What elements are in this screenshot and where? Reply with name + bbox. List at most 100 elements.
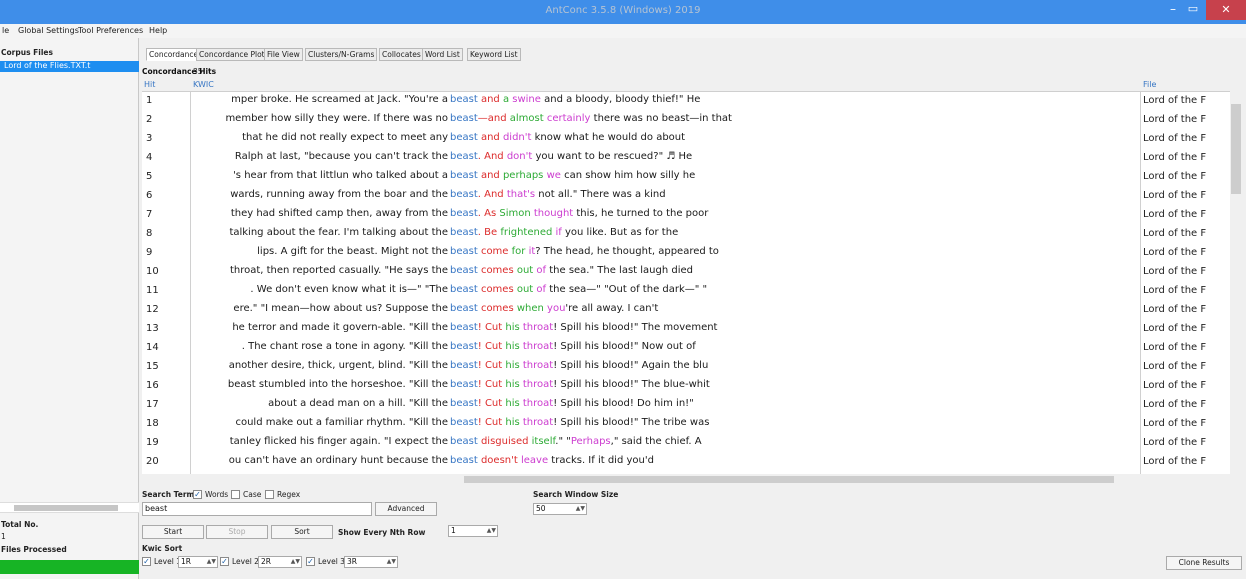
- file-name-cell[interactable]: Lord of the F: [1143, 114, 1241, 125]
- kwic-keyword[interactable]: beast: [448, 455, 478, 466]
- spinner-arrows-icon[interactable]: ▲▼: [387, 557, 396, 567]
- file-name-cell[interactable]: Lord of the F: [1143, 209, 1241, 220]
- kwic-keyword[interactable]: beast: [448, 303, 478, 314]
- level2-checkbox[interactable]: ✓: [220, 557, 229, 566]
- spinner-arrows-icon[interactable]: ▲▼: [576, 504, 585, 514]
- results-vscrollbar[interactable]: [1230, 84, 1242, 474]
- kwic-keyword[interactable]: beast: [448, 284, 478, 295]
- kwic-line[interactable]: member how silly they were. If there was…: [192, 113, 1138, 128]
- file-name-cell[interactable]: Lord of the F: [1143, 190, 1241, 201]
- table-row[interactable]: 10 throat, then reported casually. "He sa…: [142, 263, 1242, 281]
- tab-keyword-list[interactable]: Keyword List: [467, 48, 521, 61]
- menu-global-settings[interactable]: Global Settings: [18, 26, 79, 35]
- kwic-keyword[interactable]: beast: [448, 341, 478, 352]
- nth-row-spinner[interactable]: 1 ▲▼: [448, 525, 498, 537]
- kwic-line[interactable]: . We don't even know what it is—" "The be…: [192, 284, 1138, 299]
- kwic-keyword[interactable]: beast: [448, 94, 478, 105]
- file-name-cell[interactable]: Lord of the F: [1143, 342, 1241, 353]
- menu-file[interactable]: le: [2, 26, 9, 35]
- kwic-keyword[interactable]: beast: [448, 379, 478, 390]
- table-row[interactable]: 2 member how silly they were. If there wa…: [142, 111, 1242, 129]
- concordance-results-table[interactable]: 1 mper broke. He screamed at Jack. "You'r…: [142, 91, 1242, 475]
- kwic-line[interactable]: ere." "I mean—how about us? Suppose the b…: [192, 303, 1138, 318]
- table-row[interactable]: 18 could make out a familiar rhythm. "Kil…: [142, 415, 1242, 433]
- scrollbar-thumb[interactable]: [14, 505, 118, 511]
- table-row[interactable]: 11 . We don't even know what it is—" "The…: [142, 282, 1242, 300]
- kwic-line[interactable]: talking about the fear. I'm talking abou…: [192, 227, 1138, 242]
- kwic-keyword[interactable]: beast: [448, 322, 478, 333]
- kwic-keyword[interactable]: beast: [448, 208, 478, 219]
- kwic-keyword[interactable]: beast: [448, 436, 478, 447]
- file-name-cell[interactable]: Lord of the F: [1143, 361, 1241, 372]
- tab-concordance-plot[interactable]: Concordance Plot: [196, 48, 268, 61]
- kwic-line[interactable]: 's hear from that littlun who talked abo…: [192, 170, 1138, 185]
- search-term-input[interactable]: beast: [142, 502, 372, 516]
- kwic-line[interactable]: wards, running away from the boar and th…: [192, 189, 1138, 204]
- kwic-line[interactable]: beast stumbled into the horseshoe. "Kill…: [192, 379, 1138, 394]
- kwic-keyword[interactable]: beast: [448, 246, 478, 257]
- kwic-line[interactable]: throat, then reported casually. "He says…: [192, 265, 1138, 280]
- kwic-line[interactable]: mper broke. He screamed at Jack. "You're…: [192, 94, 1138, 109]
- kwic-line[interactable]: that he did not really expect to meet an…: [192, 132, 1138, 147]
- kwic-keyword[interactable]: beast: [448, 360, 478, 371]
- regex-checkbox[interactable]: [265, 490, 274, 499]
- kwic-keyword[interactable]: beast: [448, 113, 478, 124]
- file-name-cell[interactable]: Lord of the F: [1143, 380, 1241, 391]
- file-name-cell[interactable]: Lord of the F: [1143, 171, 1241, 182]
- tab-concordance[interactable]: Concordance: [146, 48, 202, 61]
- table-row[interactable]: 4 Ralph at last, "because you can't track…: [142, 149, 1242, 167]
- kwic-line[interactable]: tanley flicked his finger again. "I expe…: [192, 436, 1138, 451]
- menu-tool-preferences[interactable]: Tool Preferences: [78, 26, 143, 35]
- case-checkbox[interactable]: [231, 490, 240, 499]
- table-row[interactable]: 15 another desire, thick, urgent, blind. …: [142, 358, 1242, 376]
- table-row[interactable]: 8 talking about the fear. I'm talking abo…: [142, 225, 1242, 243]
- table-row[interactable]: 17 about a dead man on a hill. "Kill the b…: [142, 396, 1242, 414]
- kwic-keyword[interactable]: beast: [448, 265, 478, 276]
- close-button[interactable]: ✕: [1206, 0, 1246, 20]
- table-row[interactable]: 12 ere." "I mean—how about us? Suppose th…: [142, 301, 1242, 319]
- scrollbar-thumb[interactable]: [1231, 104, 1241, 194]
- file-name-cell[interactable]: Lord of the F: [1143, 266, 1241, 277]
- level1-spinner[interactable]: 1R ▲▼: [178, 556, 218, 568]
- file-name-cell[interactable]: Lord of the F: [1143, 418, 1241, 429]
- kwic-keyword[interactable]: beast: [448, 151, 478, 162]
- clone-results-button[interactable]: Clone Results: [1166, 556, 1242, 570]
- menu-help[interactable]: Help: [149, 26, 167, 35]
- kwic-line[interactable]: another desire, thick, urgent, blind. "K…: [192, 360, 1138, 375]
- corpus-files-hscrollbar[interactable]: [0, 502, 139, 513]
- kwic-keyword[interactable]: beast: [448, 398, 478, 409]
- kwic-keyword[interactable]: beast: [448, 170, 478, 181]
- file-name-cell[interactable]: Lord of the F: [1143, 247, 1241, 258]
- spinner-arrows-icon[interactable]: ▲▼: [487, 526, 496, 536]
- table-row[interactable]: 7 they had shifted camp then, away from t…: [142, 206, 1242, 224]
- tab-clusters-ngrams[interactable]: Clusters/N-Grams: [305, 48, 378, 61]
- tab-collocates[interactable]: Collocates: [379, 48, 424, 61]
- stop-button[interactable]: Stop: [206, 525, 268, 539]
- start-button[interactable]: Start: [142, 525, 204, 539]
- table-row[interactable]: 9 lips. A gift for the beast. Might not t…: [142, 244, 1242, 262]
- advanced-button[interactable]: Advanced: [375, 502, 437, 516]
- file-name-cell[interactable]: Lord of the F: [1143, 95, 1241, 106]
- table-row[interactable]: 13 he terror and made it govern-able. "Ki…: [142, 320, 1242, 338]
- level3-spinner[interactable]: 3R ▲▼: [344, 556, 398, 568]
- kwic-line[interactable]: lips. A gift for the beast. Might not th…: [192, 246, 1138, 261]
- column-header-kwic[interactable]: KWIC: [193, 80, 214, 89]
- scrollbar-thumb[interactable]: [464, 476, 1114, 483]
- file-name-cell[interactable]: Lord of the F: [1143, 285, 1241, 296]
- level3-checkbox[interactable]: ✓: [306, 557, 315, 566]
- kwic-line[interactable]: they had shifted camp then, away from th…: [192, 208, 1138, 223]
- file-name-cell[interactable]: Lord of the F: [1143, 456, 1241, 467]
- file-name-cell[interactable]: Lord of the F: [1143, 228, 1241, 239]
- kwic-line[interactable]: ou can't have an ordinary hunt because t…: [192, 455, 1138, 470]
- table-row[interactable]: 5 's hear from that littlun who talked ab…: [142, 168, 1242, 186]
- column-header-file[interactable]: File: [1143, 80, 1156, 89]
- kwic-keyword[interactable]: beast: [448, 189, 478, 200]
- kwic-line[interactable]: about a dead man on a hill. "Kill the bea…: [192, 398, 1138, 413]
- file-name-cell[interactable]: Lord of the F: [1143, 133, 1241, 144]
- file-name-cell[interactable]: Lord of the F: [1143, 152, 1241, 163]
- words-checkbox[interactable]: ✓: [193, 490, 202, 499]
- table-row[interactable]: 20 ou can't have an ordinary hunt because…: [142, 453, 1242, 471]
- tab-word-list[interactable]: Word List: [422, 48, 463, 61]
- kwic-keyword[interactable]: beast: [448, 132, 478, 143]
- file-name-cell[interactable]: Lord of the F: [1143, 399, 1241, 410]
